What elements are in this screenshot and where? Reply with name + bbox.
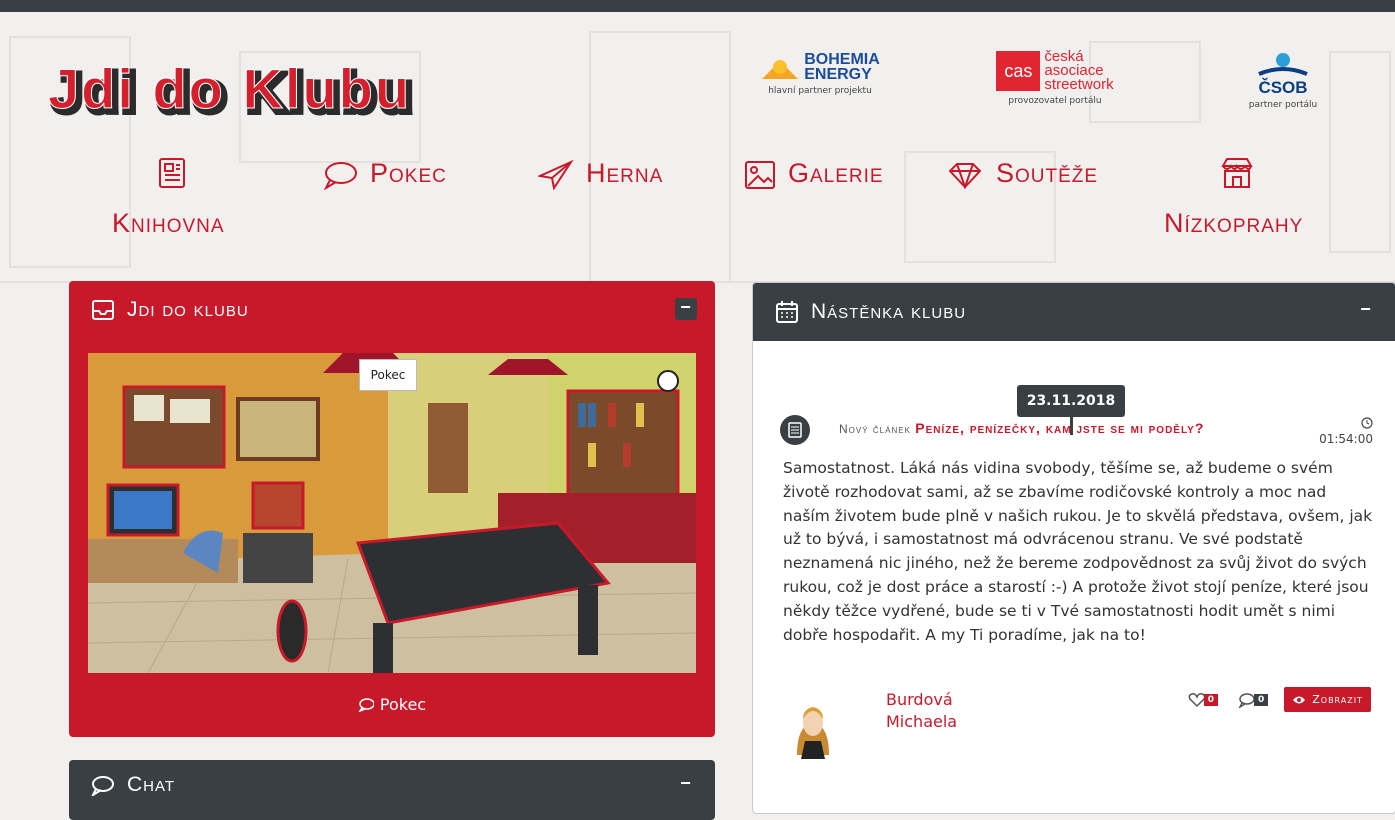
nav-label: Soutěže xyxy=(996,158,1099,188)
article-actions: 0 0 Zobrazit xyxy=(1188,687,1371,712)
club-panel: Jdi do klubu − Pokec Pokec xyxy=(69,281,715,737)
board-panel-header: Nástěnka klubu − xyxy=(753,283,1395,341)
top-bar xyxy=(0,0,1395,12)
author-last-name: Michaela xyxy=(886,712,958,731)
chat-panel-header: Chat − xyxy=(69,760,715,810)
author-name[interactable]: Burdová Michaela xyxy=(886,689,957,733)
date-badge: 23.11.2018 xyxy=(1017,385,1125,417)
site-logo[interactable]: Jdi do Klubu Jdi do Klubu xyxy=(48,50,528,130)
nav-knihovna[interactable]: Knihovna xyxy=(112,152,292,242)
nav-label: Galerie xyxy=(788,158,884,188)
nav-label: Pokec xyxy=(370,158,447,188)
shop-icon xyxy=(1221,158,1253,188)
partner-name: BOHEMIA xyxy=(804,51,880,68)
like-counter[interactable]: 0 xyxy=(1188,692,1218,708)
cas-mark-icon: cas xyxy=(996,51,1041,91)
speech-bubble-icon xyxy=(323,161,357,191)
like-count: 0 xyxy=(1203,693,1218,706)
eye-icon xyxy=(1293,696,1306,703)
calendar-icon xyxy=(776,301,798,323)
board-panel-title: Nástěnka klubu xyxy=(811,300,967,323)
article-newspaper-icon xyxy=(780,415,810,445)
collapse-button[interactable]: − xyxy=(675,774,697,796)
nav-pokec[interactable]: Pokec xyxy=(322,158,447,191)
nav-label: Herna xyxy=(586,158,664,188)
partner-caption: hlavní partner projektu xyxy=(768,86,872,96)
newspaper-icon xyxy=(159,158,185,188)
clock-icon xyxy=(1361,417,1373,429)
speech-bubble-icon xyxy=(357,698,375,713)
partner-csob[interactable]: ČSOB partner portálu xyxy=(1228,52,1338,110)
comment-count: 0 xyxy=(1253,693,1269,706)
article-title-link[interactable]: Peníze, penízečky, kam jste se mi poděly… xyxy=(915,420,1204,436)
pokec-tooltip[interactable]: Pokec xyxy=(359,359,417,391)
view-article-button[interactable]: Zobrazit xyxy=(1284,687,1371,712)
partner-name: streetwork xyxy=(1044,76,1114,93)
paper-plane-icon xyxy=(536,159,574,191)
nav-label: Nízkoprahy xyxy=(1164,208,1304,238)
club-panel-title: Jdi do klubu xyxy=(127,298,249,321)
club-panel-header: Jdi do klubu − xyxy=(69,281,715,339)
nav-label: Knihovna xyxy=(112,208,225,238)
pokec-link-label: Pokec xyxy=(379,695,427,714)
partner-name: ENERGY xyxy=(804,66,872,83)
picture-icon xyxy=(745,160,775,189)
partner-bohemia-energy[interactable]: BOHEMIA ENERGY hlavní partner projektu xyxy=(740,52,900,96)
view-article-label: Zobrazit xyxy=(1312,693,1363,706)
partner-cas[interactable]: cas česká asociace streetwork provozovat… xyxy=(980,49,1130,106)
club-room-illustration[interactable] xyxy=(88,353,696,673)
article-body: Samostatnost. Láká nás vidina svobody, t… xyxy=(783,459,1373,644)
article-heading: Nový článek Peníze, penízečky, kam jste … xyxy=(839,420,1204,436)
partner-caption: partner portálu xyxy=(1248,100,1318,110)
article-time: 01:54:00 xyxy=(1319,417,1373,446)
tooltip-label: Pokec xyxy=(370,368,406,382)
speech-bubble-icon xyxy=(91,776,114,796)
csob-logo-icon xyxy=(1258,53,1308,76)
article-time-value: 01:54:00 xyxy=(1319,432,1373,446)
collapse-button[interactable]: − xyxy=(675,298,697,320)
nav-herna[interactable]: Herna xyxy=(536,158,664,191)
chat-panel-title: Chat xyxy=(127,773,176,796)
nav-nizkoprahy[interactable]: Nízkoprahy xyxy=(1162,152,1322,242)
collapse-button[interactable]: − xyxy=(1355,300,1377,322)
partner-caption: provozovatel portálu xyxy=(1008,96,1102,106)
comment-counter[interactable]: 0 xyxy=(1238,692,1269,708)
author-avatar[interactable] xyxy=(789,695,837,759)
author-first-name: Burdová xyxy=(886,690,953,709)
nav-souteze[interactable]: Soutěže xyxy=(946,158,1099,190)
inbox-icon xyxy=(92,300,114,320)
chat-panel: Chat − xyxy=(69,760,715,820)
partner-name: ČSOB xyxy=(1258,78,1308,97)
article-prefix: Nový článek xyxy=(839,422,911,436)
pokec-link[interactable]: Pokec xyxy=(69,673,715,737)
diamond-icon xyxy=(948,162,982,190)
svg-text:Jdi do Klubu: Jdi do Klubu xyxy=(48,57,411,120)
board-panel: Nástěnka klubu − 23.11.2018 Nový článek … xyxy=(752,282,1395,814)
sun-logo-icon xyxy=(762,60,799,79)
nav-galerie[interactable]: Galerie xyxy=(744,158,884,190)
